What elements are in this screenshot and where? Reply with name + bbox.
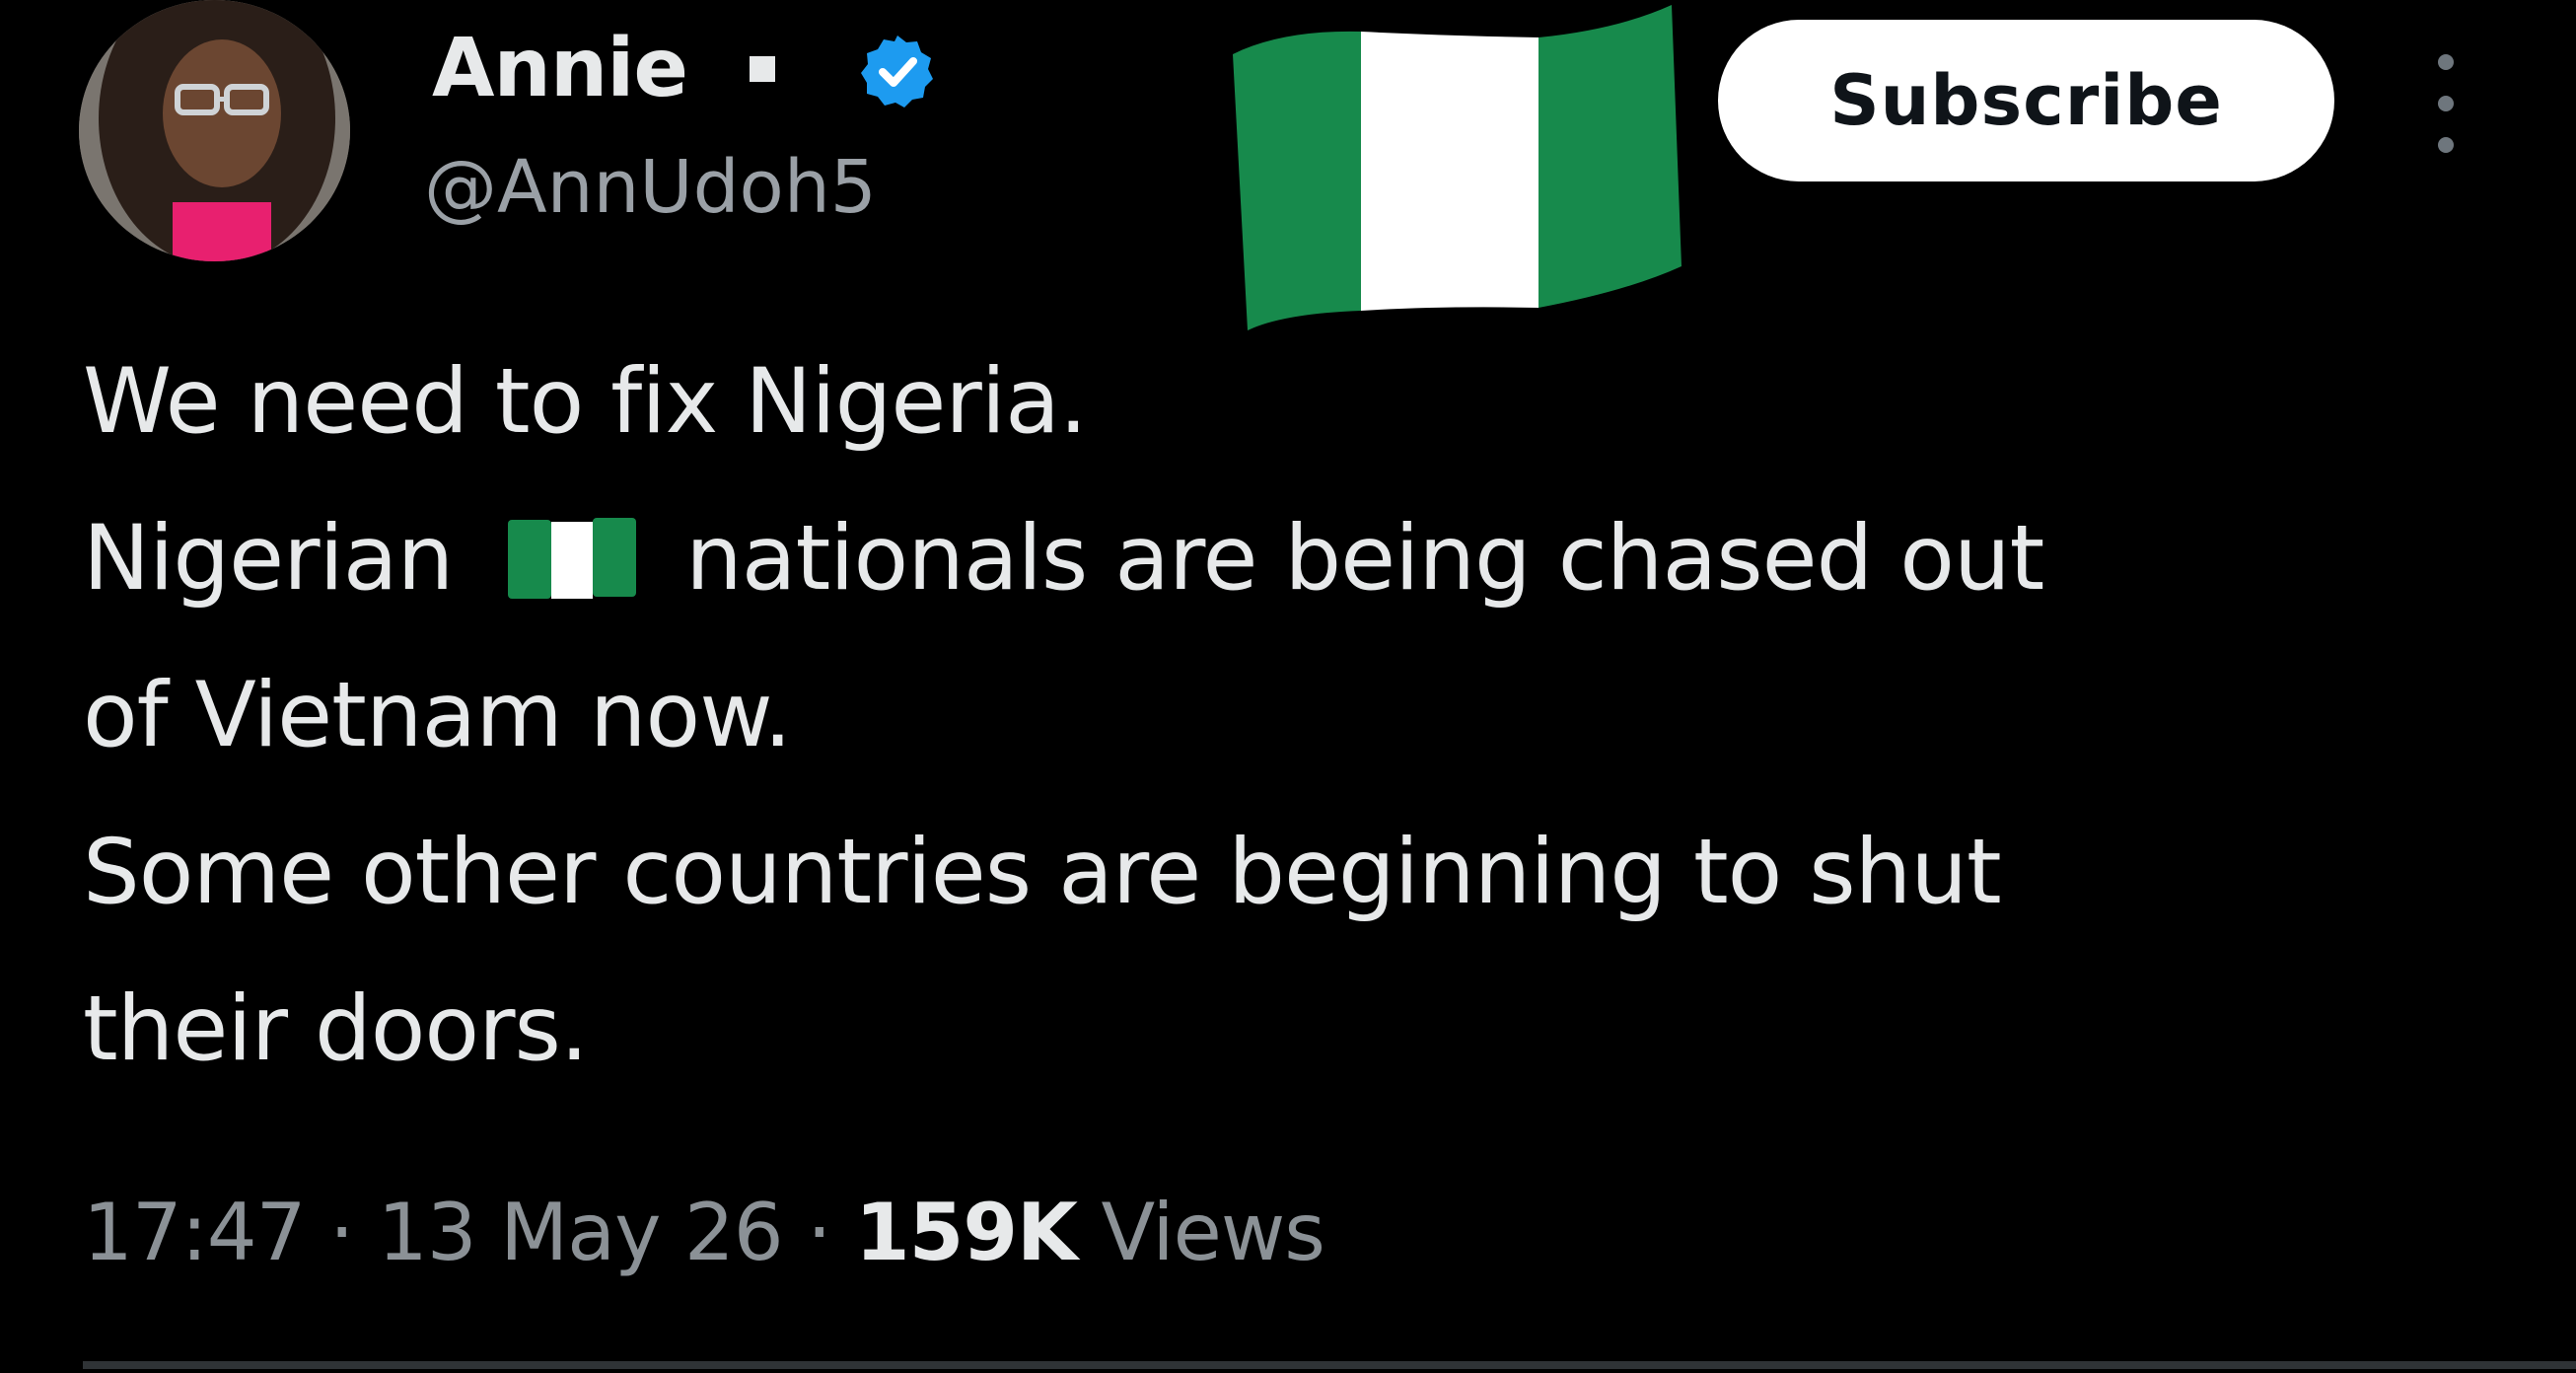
nigeria-flag-icon (1233, 5, 1682, 330)
verified-badge-icon[interactable] (858, 32, 937, 110)
tweet-date[interactable]: 13 May 26 (378, 1187, 784, 1278)
meta-separator: · (328, 1187, 354, 1278)
display-name[interactable]: Annie (432, 20, 688, 118)
avatar[interactable] (79, 0, 350, 261)
more-dot (2438, 137, 2454, 153)
more-dot (2438, 96, 2454, 111)
tweet-time[interactable]: 17:47 (83, 1187, 307, 1278)
nigeria-flag-icon (508, 518, 637, 600)
tweet-text-segment: Nigerian (83, 507, 454, 611)
tweet-text-line: Nigerian nationals are being chased out (83, 485, 2044, 633)
more-dot (2438, 54, 2454, 70)
meta-separator: · (807, 1187, 831, 1278)
tweet-meta: 17:47 · 13 May 26 · 159K Views (83, 1164, 1325, 1302)
user-handle[interactable]: @AnnUdoh5 (424, 138, 877, 237)
tweet-text-line: We need to fix Nigeria. (83, 350, 1088, 454)
divider (83, 1361, 2576, 1369)
tweet-text-segment: nationals are being chased out (685, 507, 2044, 611)
views-count[interactable]: 159K (855, 1187, 1078, 1278)
avatar-image (79, 0, 350, 261)
tweet-text-line: their doors. (83, 977, 589, 1081)
tweet-text-line: Some other countries are beginning to sh… (83, 821, 2002, 924)
subscribe-button[interactable]: Subscribe (1718, 20, 2334, 181)
square-emoji-icon (750, 56, 775, 82)
more-options-icon[interactable] (2426, 54, 2466, 153)
views-label: Views (1101, 1187, 1325, 1278)
tweet-text-line: of Vietnam now. (83, 664, 792, 767)
